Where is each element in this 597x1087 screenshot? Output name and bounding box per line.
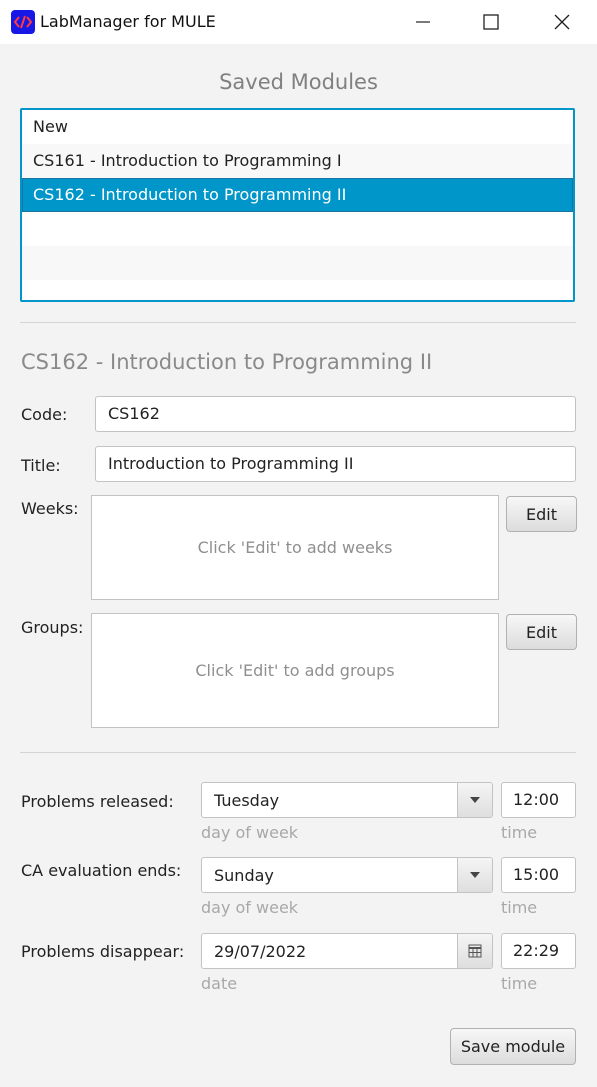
list-item-empty[interactable] (22, 246, 573, 280)
released-day-value: Tuesday (214, 791, 280, 810)
code-field[interactable]: CS162 (95, 396, 576, 432)
close-button[interactable] (539, 0, 585, 44)
disappear-label: Problems disappear: (21, 942, 185, 961)
released-time-hint: time (501, 823, 538, 842)
groups-edit-button[interactable]: Edit (506, 614, 577, 650)
disappear-time-field[interactable]: 22:29 (501, 933, 576, 969)
list-item[interactable]: CS161 - Introduction to Programming I (22, 144, 573, 178)
ca-ends-time-hint: time (501, 898, 538, 917)
code-label: Code: (21, 405, 68, 424)
dropdown-arrow-icon[interactable] (457, 783, 492, 817)
weeks-placeholder: Click 'Edit' to add weeks (197, 538, 393, 557)
list-item[interactable]: New (22, 110, 573, 144)
disappear-date-picker[interactable]: 29/07/2022 (201, 933, 493, 969)
title-bar: LabManager for MULE (0, 0, 597, 44)
saved-modules-heading: Saved Modules (219, 70, 378, 94)
divider (20, 752, 576, 753)
module-heading: CS162 - Introduction to Programming II (21, 350, 433, 374)
close-icon (554, 14, 570, 30)
groups-label: Groups: (21, 618, 84, 637)
list-item-label: CS162 - Introduction to Programming II (33, 185, 347, 204)
calendar-icon[interactable] (457, 934, 492, 968)
saved-modules-list[interactable]: New CS161 - Introduction to Programming … (20, 108, 575, 302)
disappear-date-value: 29/07/2022 (214, 942, 307, 961)
minimize-button[interactable] (400, 0, 446, 44)
disappear-date-hint: date (201, 974, 238, 993)
list-item-label: CS161 - Introduction to Programming I (33, 151, 342, 170)
maximize-icon (483, 14, 499, 30)
groups-panel: Click 'Edit' to add groups (91, 613, 499, 728)
minimize-icon (416, 21, 430, 23)
groups-placeholder: Click 'Edit' to add groups (195, 661, 395, 680)
released-day-hint: day of week (201, 823, 299, 842)
list-item-selected[interactable]: CS162 - Introduction to Programming II (22, 178, 573, 212)
ca-ends-day-select[interactable]: Sunday (201, 857, 493, 893)
list-item-label: New (33, 117, 68, 136)
released-day-select[interactable]: Tuesday (201, 782, 493, 818)
title-field[interactable]: Introduction to Programming II (95, 446, 576, 482)
disappear-time-hint: time (501, 974, 538, 993)
weeks-label: Weeks: (21, 499, 79, 518)
save-module-button[interactable]: Save module (450, 1028, 576, 1065)
window-title: LabManager for MULE (40, 12, 216, 31)
ca-ends-time-field[interactable]: 15:00 (501, 857, 576, 893)
released-label: Problems released: (21, 792, 174, 811)
ca-ends-label: CA evaluation ends: (21, 861, 182, 880)
list-item-empty[interactable] (22, 212, 573, 246)
weeks-edit-button[interactable]: Edit (506, 496, 577, 532)
ca-ends-day-value: Sunday (214, 866, 274, 885)
released-time-field[interactable]: 12:00 (501, 782, 576, 818)
app-code-icon (11, 10, 35, 34)
ca-ends-day-hint: day of week (201, 898, 299, 917)
maximize-button[interactable] (468, 0, 514, 44)
dropdown-arrow-icon[interactable] (457, 858, 492, 892)
title-label: Title: (21, 456, 61, 475)
divider (20, 322, 576, 323)
weeks-panel: Click 'Edit' to add weeks (91, 495, 499, 600)
